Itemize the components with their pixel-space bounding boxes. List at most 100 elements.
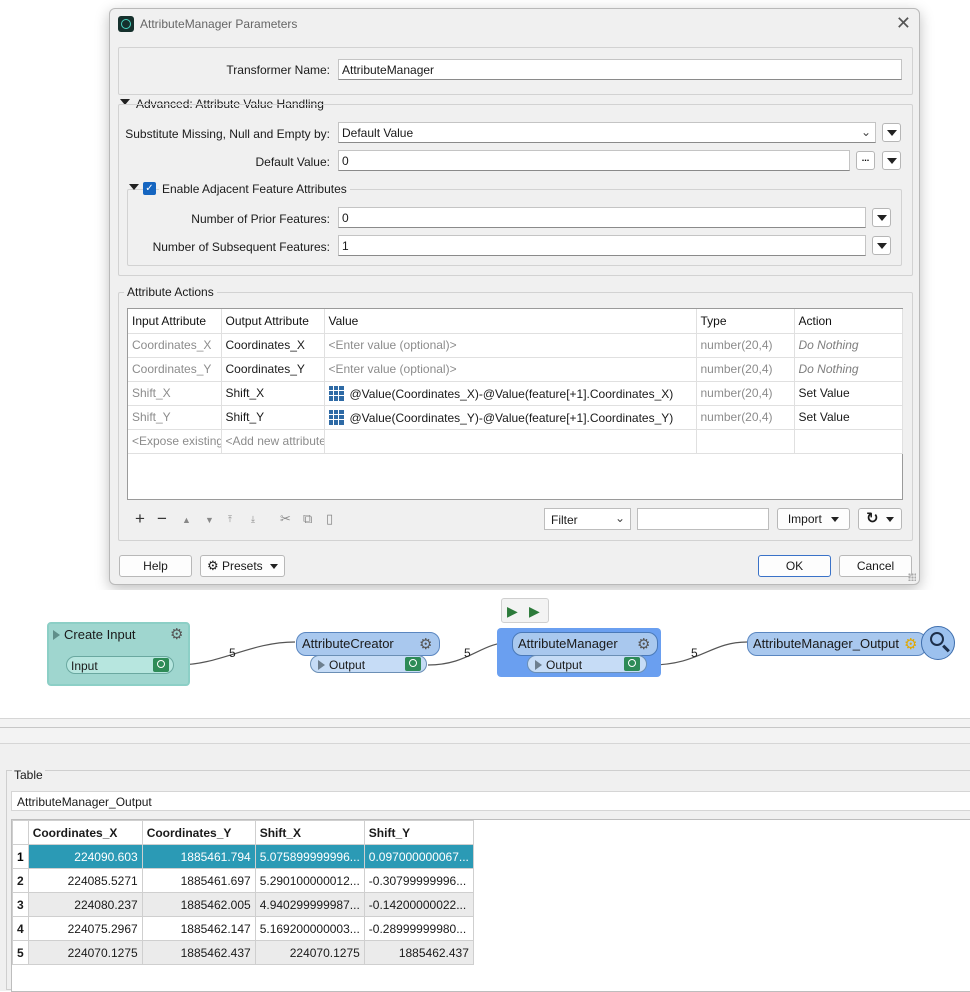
gear-icon[interactable]: ⚙ bbox=[419, 635, 432, 653]
table-cell[interactable]: 1885461.794 bbox=[141, 844, 256, 869]
ok-button[interactable]: OK bbox=[758, 555, 831, 577]
dataset-name-field[interactable]: AttributeManager_Output bbox=[11, 791, 970, 811]
table-cell[interactable]: -0.28999999980... bbox=[363, 916, 474, 941]
value-cell[interactable]: @Value(Coordinates_Y)-@Value(feature[+1]… bbox=[324, 405, 697, 430]
inspect-icon[interactable] bbox=[624, 657, 640, 671]
inspect-icon[interactable] bbox=[405, 657, 421, 671]
expression-editor-icon[interactable] bbox=[328, 385, 344, 401]
column-header[interactable]: Shift_X bbox=[254, 820, 365, 845]
output-attribute-cell[interactable]: Shift_X bbox=[221, 381, 325, 406]
type-cell[interactable]: number(20,4) bbox=[696, 333, 795, 358]
move-down-icon[interactable]: ▼ bbox=[205, 515, 214, 525]
table-row[interactable]: Shift_X Shift_X @Value(Coordinates_X)-@V… bbox=[128, 381, 903, 406]
filter-text-input[interactable] bbox=[637, 508, 769, 530]
table-cell[interactable]: 1885462.147 bbox=[141, 916, 256, 941]
resize-grip[interactable] bbox=[908, 573, 916, 581]
expression-editor-icon[interactable] bbox=[328, 409, 344, 425]
table-row[interactable]: Coordinates_Y Coordinates_Y <Enter value… bbox=[128, 357, 903, 382]
move-top-icon[interactable]: ⤒ bbox=[228, 514, 232, 525]
link-3[interactable] bbox=[649, 641, 748, 666]
attribute-manager-output-node[interactable]: AttributeManager_Output ⚙ bbox=[747, 632, 927, 656]
filter-select[interactable]: Filter ⌄ bbox=[544, 508, 631, 530]
action-cell[interactable]: Do Nothing bbox=[794, 333, 903, 358]
input-attribute-cell[interactable]: Shift_X bbox=[128, 381, 222, 406]
expose-existing-cell[interactable]: <Expose existing bbox=[128, 429, 222, 454]
expand-icon[interactable] bbox=[535, 660, 542, 670]
cut-icon[interactable]: ✂ bbox=[280, 511, 291, 527]
attribute-manager-node[interactable]: AttributeManager ⚙ bbox=[512, 632, 658, 656]
workspace-canvas[interactable]: ▶ ▶ 5 5 5 Create Input ⚙ Input Attribute… bbox=[0, 590, 970, 718]
row-number[interactable]: 1 bbox=[12, 844, 29, 869]
table-cell[interactable]: 224070.1275 bbox=[27, 940, 143, 965]
table-row[interactable]: 5 224070.1275 1885462.437 224070.1275 18… bbox=[12, 940, 474, 965]
gear-icon[interactable]: ⚙ bbox=[904, 635, 917, 653]
move-bottom-icon[interactable]: ⤓ bbox=[251, 514, 255, 525]
column-header[interactable]: Value bbox=[324, 309, 697, 334]
close-icon[interactable]: ✕ bbox=[896, 13, 911, 34]
default-value-ellipsis-button[interactable]: ... bbox=[856, 151, 875, 170]
table-row[interactable]: Shift_Y Shift_Y @Value(Coordinates_Y)-@V… bbox=[128, 405, 903, 430]
column-header[interactable]: Shift_Y bbox=[363, 820, 474, 845]
table-cell[interactable]: 224075.2967 bbox=[27, 916, 143, 941]
inspector-icon[interactable] bbox=[921, 626, 955, 660]
table-row[interactable]: Coordinates_X Coordinates_X <Enter value… bbox=[128, 333, 903, 358]
table-cell[interactable]: -0.30799999996... bbox=[363, 868, 474, 893]
create-input-node[interactable]: Create Input ⚙ Input bbox=[47, 622, 190, 686]
add-new-attribute-cell[interactable]: <Add new attribute bbox=[221, 429, 325, 454]
table-cell[interactable]: 1885462.437 bbox=[141, 940, 256, 965]
table-cell[interactable]: 0.097000000067... bbox=[363, 844, 474, 869]
value-cell[interactable]: <Enter value (optional)> bbox=[324, 333, 697, 358]
inspect-icon[interactable] bbox=[153, 658, 169, 672]
subsequent-features-menu-button[interactable] bbox=[872, 236, 891, 255]
transformer-name-input[interactable]: AttributeManager bbox=[338, 59, 902, 80]
cancel-button[interactable]: Cancel bbox=[839, 555, 912, 577]
prior-features-menu-button[interactable] bbox=[872, 208, 891, 227]
table-cell[interactable]: 224080.237 bbox=[27, 892, 143, 917]
table-cell[interactable]: 1885462.437 bbox=[363, 940, 474, 965]
refresh-button[interactable]: ↻ bbox=[858, 508, 902, 530]
row-number[interactable]: 2 bbox=[12, 868, 29, 893]
column-header[interactable]: Type bbox=[696, 309, 795, 334]
help-button[interactable]: Help bbox=[119, 555, 192, 577]
value-cell[interactable]: @Value(Coordinates_X)-@Value(feature[+1]… bbox=[324, 381, 697, 406]
table-cell[interactable]: -0.14200000022... bbox=[363, 892, 474, 917]
type-cell[interactable] bbox=[696, 429, 795, 454]
link-1[interactable] bbox=[177, 641, 296, 666]
table-cell[interactable]: 224085.5271 bbox=[27, 868, 143, 893]
type-cell[interactable]: number(20,4) bbox=[696, 357, 795, 382]
add-row-icon[interactable]: + bbox=[135, 509, 145, 529]
column-header[interactable]: Coordinates_X bbox=[27, 820, 143, 845]
column-header[interactable]: Coordinates_Y bbox=[141, 820, 256, 845]
value-cell[interactable]: <Enter value (optional)> bbox=[324, 357, 697, 382]
action-cell[interactable]: Set Value bbox=[794, 405, 903, 430]
row-number[interactable]: 3 bbox=[12, 892, 29, 917]
row-number[interactable]: 4 bbox=[12, 916, 29, 941]
prior-features-input[interactable]: 0 bbox=[338, 207, 866, 228]
output-port[interactable]: Output bbox=[527, 655, 647, 673]
attribute-creator-node[interactable]: AttributeCreator ⚙ bbox=[296, 632, 440, 656]
column-header[interactable]: Action bbox=[794, 309, 903, 334]
move-up-icon[interactable]: ▲ bbox=[182, 515, 191, 525]
row-number[interactable]: 5 bbox=[12, 940, 29, 965]
type-cell[interactable]: number(20,4) bbox=[696, 405, 795, 430]
value-cell[interactable] bbox=[324, 429, 697, 454]
expand-icon[interactable] bbox=[53, 629, 60, 643]
output-attribute-cell[interactable]: Coordinates_X bbox=[221, 333, 325, 358]
enable-adjacent-checkbox[interactable]: ✓ bbox=[143, 182, 156, 195]
table-row[interactable]: 4 224075.2967 1885462.147 5.169200000003… bbox=[12, 916, 474, 941]
table-row[interactable]: 1 224090.603 1885461.794 5.075899999996.… bbox=[12, 844, 474, 869]
output-attribute-cell[interactable]: Shift_Y bbox=[221, 405, 325, 430]
output-attribute-cell[interactable]: Coordinates_Y bbox=[221, 357, 325, 382]
action-cell[interactable] bbox=[794, 429, 903, 454]
action-cell[interactable]: Set Value bbox=[794, 381, 903, 406]
expand-icon[interactable] bbox=[318, 660, 325, 670]
action-cell[interactable]: Do Nothing bbox=[794, 357, 903, 382]
paste-icon[interactable]: ▯ bbox=[326, 511, 333, 527]
input-port[interactable]: Input bbox=[66, 656, 174, 674]
table-cell[interactable]: 5.075899999996... bbox=[254, 844, 365, 869]
subsequent-features-input[interactable]: 1 bbox=[338, 235, 866, 256]
table-cell[interactable]: 4.940299999987... bbox=[254, 892, 365, 917]
copy-icon[interactable]: ⧉ bbox=[303, 511, 312, 527]
table-cell[interactable]: 1885462.005 bbox=[141, 892, 256, 917]
input-attribute-cell[interactable]: Coordinates_X bbox=[128, 333, 222, 358]
